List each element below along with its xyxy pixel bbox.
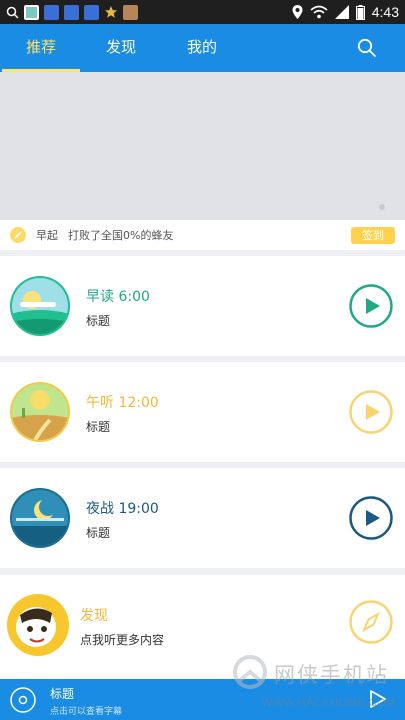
player-title: 标题	[50, 687, 75, 701]
session-title: 早读 6:00	[86, 289, 150, 305]
discover-subtitle: 点我听更多内容	[80, 633, 165, 647]
battery-icon	[355, 4, 365, 20]
watermark-text: 网侠手机站	[274, 663, 389, 687]
night-thumbnail	[10, 488, 70, 548]
play-icon[interactable]	[349, 284, 393, 328]
play-icon[interactable]	[349, 496, 393, 540]
search-icon	[6, 6, 19, 19]
session-card-noon[interactable]: 午听 12:00 标题	[0, 362, 405, 462]
checkin-bar: 早起 打败了全国0%的蜂友 签到	[0, 220, 405, 250]
tab-discover[interactable]: 发现	[91, 24, 151, 72]
checkin-stat: 打败了全国0%的蜂友	[68, 229, 174, 242]
watermark-url: WWW.HACKHOME.COM	[262, 697, 396, 709]
system-icons: 4:43	[292, 4, 399, 20]
wifi-icon	[310, 5, 328, 19]
tab-recommend[interactable]: 推荐	[11, 24, 71, 72]
clock: 4:43	[371, 4, 399, 20]
checkin-label: 早起	[36, 229, 58, 242]
status-bar: 4:43	[0, 0, 405, 24]
session-subtitle: 标题	[86, 526, 111, 540]
session-card-morning[interactable]: 早读 6:00 标题	[0, 256, 405, 356]
player-hint[interactable]: 点击可以查看字幕	[50, 704, 122, 717]
play-icon[interactable]	[349, 390, 393, 434]
banner-carousel[interactable]	[0, 72, 405, 220]
discover-title: 发现	[80, 608, 108, 624]
notification-icons	[6, 4, 138, 20]
disc-icon	[10, 687, 36, 713]
session-title: 午听 12:00	[86, 395, 159, 411]
tab-mine[interactable]: 我的	[172, 24, 232, 72]
discover-thumbnail	[7, 594, 69, 656]
carousel-indicator	[379, 204, 385, 210]
signal-icon	[334, 5, 349, 19]
noon-thumbnail	[10, 382, 70, 442]
location-icon	[292, 5, 303, 19]
sun-icon	[10, 227, 26, 243]
star-icon	[105, 6, 117, 18]
app-header: 推荐 发现 我的	[0, 24, 405, 72]
session-subtitle: 标题	[86, 314, 111, 328]
paw-icon	[84, 4, 99, 20]
checkin-button[interactable]: 签到	[351, 226, 395, 244]
search-icon[interactable]	[357, 38, 377, 58]
avatar-icon	[123, 4, 138, 20]
compass-icon[interactable]	[349, 600, 393, 644]
morning-thumbnail	[10, 276, 70, 336]
paw-icon	[44, 4, 59, 20]
session-title: 夜战 19:00	[86, 501, 159, 517]
session-subtitle: 标题	[86, 420, 111, 434]
app-icon	[24, 4, 39, 20]
session-card-night[interactable]: 夜战 19:00 标题	[0, 468, 405, 568]
paw-icon	[64, 4, 79, 20]
watermark: 网侠手机站 WWW.HACKHOME.COM	[232, 655, 397, 715]
watermark-logo-icon	[233, 655, 267, 689]
